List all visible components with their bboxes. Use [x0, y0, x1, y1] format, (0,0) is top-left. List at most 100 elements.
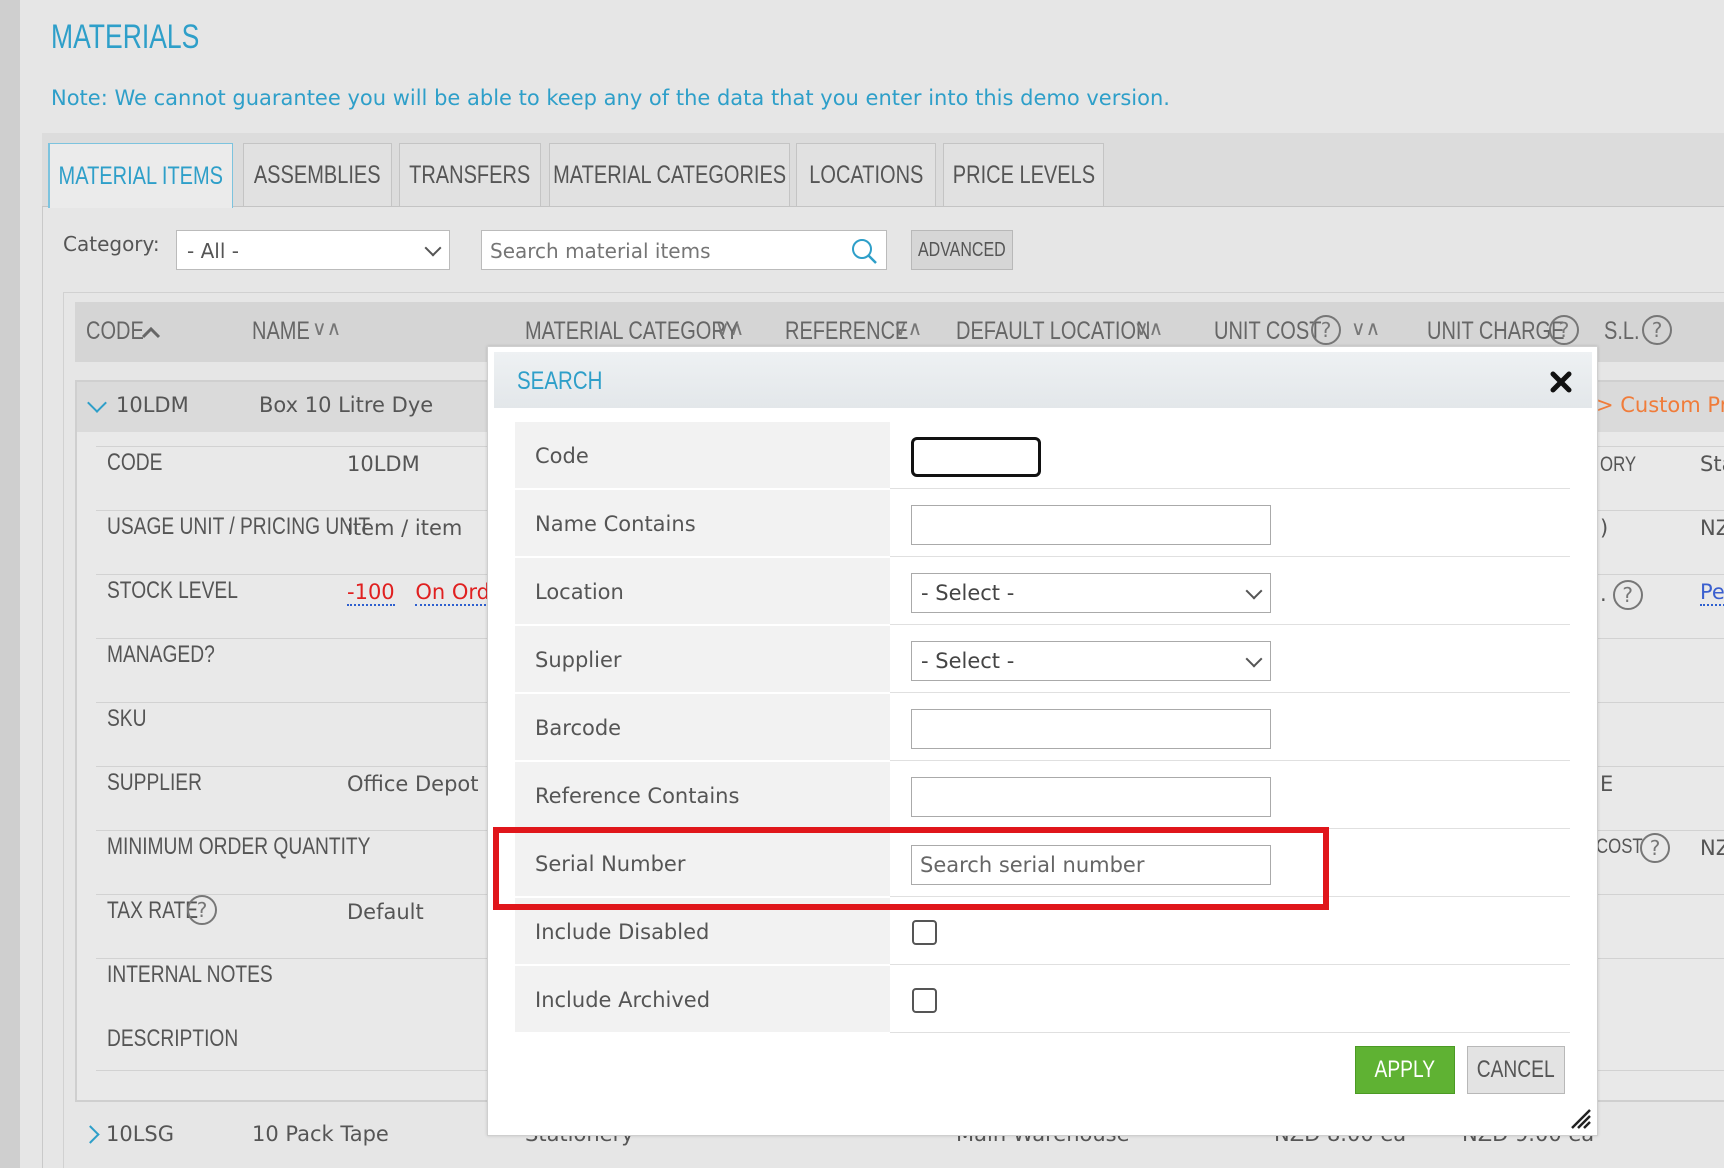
field-label-code: CODE: [107, 449, 163, 476]
col-material-category[interactable]: MATERIAL CATEGORY ∨∧: [525, 316, 792, 346]
sort-icon: ∨∧: [1351, 316, 1381, 340]
location-select[interactable]: - Select -: [911, 573, 1271, 613]
sort-up-icon: [141, 326, 161, 339]
close-icon[interactable]: [1549, 370, 1573, 394]
sort-icon: ∨∧: [1134, 316, 1164, 340]
barcode-label: Barcode: [535, 716, 622, 740]
tab-material-categories[interactable]: MATERIAL CATEGORIES: [549, 143, 790, 206]
cancel-button[interactable]: CANCEL: [1467, 1046, 1565, 1094]
tab-transfers[interactable]: TRANSFERS: [399, 143, 541, 206]
barcode-input[interactable]: [911, 709, 1271, 749]
help-icon[interactable]: ?: [1311, 315, 1341, 345]
resize-handle-icon[interactable]: [1568, 1106, 1592, 1130]
item-code: 10LDM: [116, 393, 189, 417]
include-disabled-label: Include Disabled: [535, 920, 710, 944]
col-name[interactable]: NAME ∨∧: [252, 316, 341, 346]
field-label-stock-level: STOCK LEVEL: [107, 577, 238, 604]
col-reference[interactable]: REFERENCE ∨∧: [785, 316, 939, 346]
right-col-link[interactable]: Pe: [1700, 580, 1724, 606]
advanced-button[interactable]: ADVANCED: [911, 230, 1013, 270]
category-select[interactable]: - All -: [176, 230, 450, 270]
field-label-tax-rate: TAX RATE?: [107, 895, 221, 925]
form-divider: [890, 964, 1570, 965]
col-code[interactable]: CODE: [86, 316, 161, 346]
supplier-select-value: - Select -: [921, 649, 1015, 673]
help-icon[interactable]: ?: [1640, 833, 1670, 863]
reference-contains-input[interactable]: [911, 777, 1271, 817]
field-label-supplier: SUPPLIER: [107, 769, 202, 796]
item-name: Box 10 Litre Dye: [259, 393, 434, 417]
include-archived-checkbox[interactable]: [912, 988, 937, 1013]
custom-price-link[interactable]: > Custom Pric: [1596, 393, 1724, 417]
col-sl[interactable]: S.L.?: [1604, 315, 1672, 346]
demo-note: Note: We cannot guarantee you will be ab…: [51, 86, 1170, 110]
form-divider: [890, 488, 1570, 489]
sort-icon: ∨∧: [893, 316, 923, 340]
search-dialog-title: SEARCH: [517, 367, 603, 395]
name-contains-label: Name Contains: [535, 512, 696, 536]
supplier-label: Supplier: [535, 648, 622, 672]
code-input[interactable]: [911, 437, 1041, 477]
tab-assemblies[interactable]: ASSEMBLIES: [243, 143, 392, 206]
on-order-link[interactable]: On Ord: [415, 580, 490, 606]
field-label-min-order-qty: MINIMUM ORDER QUANTITY: [107, 833, 371, 860]
apply-button[interactable]: APPLY: [1355, 1046, 1455, 1094]
include-disabled-checkbox[interactable]: [912, 920, 937, 945]
field-label-internal-notes: INTERNAL NOTES: [107, 961, 273, 988]
field-label-managed: MANAGED?: [107, 641, 215, 668]
help-icon[interactable]: ?: [1612, 580, 1643, 610]
reference-contains-label: Reference Contains: [535, 784, 740, 808]
col-default-location[interactable]: DEFAULT LOCATION ∨∧: [956, 316, 1199, 346]
left-edge-strip: [0, 0, 20, 1168]
col-unit-cost[interactable]: UNIT COST? ∨∧: [1214, 315, 1380, 346]
next-item-code[interactable]: 10LSG: [106, 1122, 174, 1146]
search-dialog-header: [494, 352, 1592, 408]
page-title: MATERIALS: [51, 18, 200, 56]
field-value-code: 10LDM: [347, 452, 420, 476]
material-search-box[interactable]: [481, 230, 887, 270]
material-search-input[interactable]: [490, 239, 850, 263]
category-label: Category:: [63, 232, 160, 256]
tab-material-items[interactable]: MATERIAL ITEMS: [48, 143, 233, 208]
field-label-sku: SKU: [107, 705, 147, 732]
next-item-name: 10 Pack Tape: [252, 1122, 389, 1146]
right-col-value: Sta: [1700, 452, 1724, 476]
search-icon[interactable]: [850, 237, 878, 265]
sort-icon: ∨∧: [715, 316, 745, 340]
sort-icon: ∨∧: [312, 316, 342, 340]
right-col-label: ): [1600, 516, 1609, 540]
field-value-supplier: Office Depot: [347, 772, 479, 796]
form-divider: [890, 760, 1570, 761]
field-value-tax-rate: Default: [347, 900, 424, 924]
field-label-description: DESCRIPTION: [107, 1025, 239, 1052]
tab-price-levels[interactable]: PRICE LEVELS: [943, 143, 1104, 206]
chevron-down-icon: [1245, 650, 1263, 668]
include-archived-label: Include Archived: [535, 988, 711, 1012]
form-divider: [890, 624, 1570, 625]
category-value: - All -: [187, 239, 239, 263]
serial-number-highlight: [493, 827, 1329, 910]
help-icon[interactable]: ?: [1642, 315, 1672, 345]
right-col-value: NZ: [1700, 516, 1724, 540]
right-col-label: ORY: [1600, 453, 1637, 476]
stock-level-link[interactable]: -100: [347, 580, 395, 606]
code-label: Code: [535, 444, 589, 468]
right-col-label: E: [1600, 772, 1614, 796]
location-label: Location: [535, 580, 624, 604]
supplier-select[interactable]: - Select -: [911, 641, 1271, 681]
name-contains-input[interactable]: [911, 505, 1271, 545]
help-icon[interactable]: ?: [187, 895, 217, 925]
chevron-down-icon: [1245, 582, 1263, 600]
col-unit-charge[interactable]: UNIT CHARGE?: [1427, 315, 1599, 346]
right-col-label: COST?: [1596, 833, 1670, 863]
chevron-down-icon: [424, 239, 442, 257]
right-col-value: NZ: [1700, 836, 1724, 860]
tab-locations[interactable]: LOCATIONS: [796, 143, 936, 206]
right-col-label: .?: [1600, 580, 1643, 610]
location-select-value: - Select -: [921, 581, 1015, 605]
form-divider: [890, 556, 1570, 557]
field-value-stock-level: -100 On Ord: [347, 580, 490, 606]
form-divider: [890, 692, 1570, 693]
help-icon[interactable]: ?: [1549, 315, 1579, 345]
field-value-usage-unit: item / item: [347, 516, 463, 540]
